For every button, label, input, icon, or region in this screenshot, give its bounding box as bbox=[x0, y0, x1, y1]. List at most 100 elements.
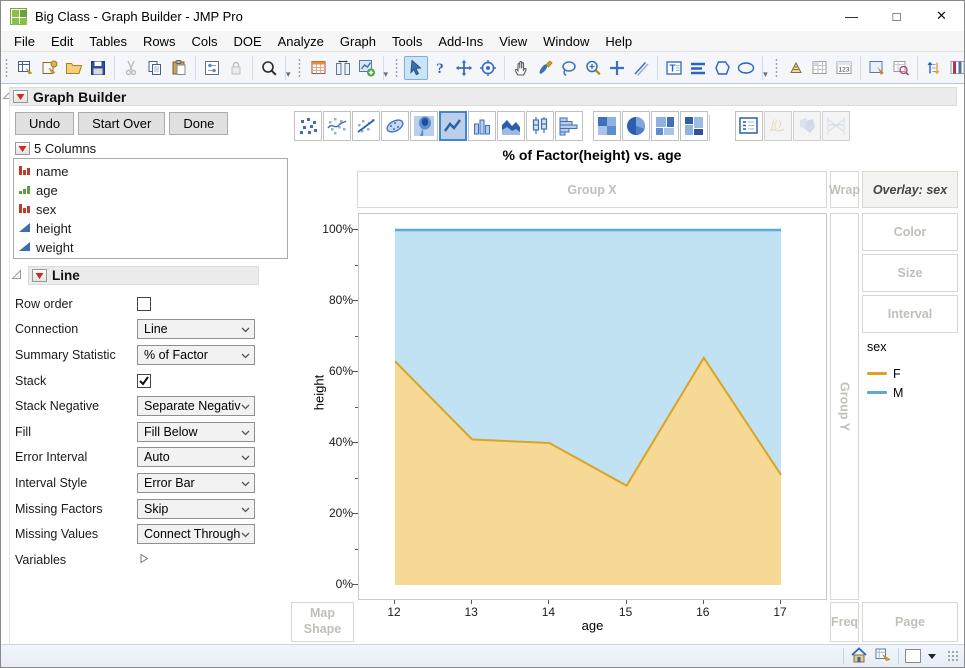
fill-select[interactable]: Fill Below bbox=[137, 421, 255, 442]
table-script-icon[interactable] bbox=[874, 646, 892, 667]
grabber-hand-icon[interactable] bbox=[509, 56, 533, 80]
oval-icon[interactable] bbox=[734, 56, 758, 80]
drop-zone-interval[interactable]: Interval bbox=[862, 295, 958, 333]
line-element-icon[interactable] bbox=[439, 111, 467, 141]
thick-lines-icon[interactable] bbox=[686, 56, 710, 80]
maximize-button[interactable]: □ bbox=[874, 1, 919, 31]
menu-tools[interactable]: Tools bbox=[384, 32, 430, 51]
crosshair-icon[interactable] bbox=[605, 56, 629, 80]
column-compare-icon[interactable] bbox=[946, 56, 965, 80]
copy-icon[interactable] bbox=[143, 56, 167, 80]
toolbar-overflow-icon[interactable]: ▾ bbox=[286, 69, 293, 82]
sort-pyramid-icon[interactable] bbox=[784, 56, 808, 80]
resize-grip-icon[interactable] bbox=[947, 649, 960, 663]
text-annotation-icon[interactable]: T bbox=[662, 56, 686, 80]
pie-element-icon[interactable] bbox=[622, 111, 650, 141]
help-icon[interactable]: ? bbox=[428, 56, 452, 80]
menu-rows[interactable]: Rows bbox=[135, 32, 184, 51]
menu-analyze[interactable]: Analyze bbox=[270, 32, 332, 51]
magnifier-zoom-icon[interactable] bbox=[581, 56, 605, 80]
paste-icon[interactable] bbox=[167, 56, 191, 80]
drop-zone-wrap[interactable]: Wrap bbox=[829, 171, 860, 208]
menu-doe[interactable]: DOE bbox=[225, 32, 269, 51]
menu-add-ins[interactable]: Add-Ins bbox=[430, 32, 491, 51]
menu-tables[interactable]: Tables bbox=[81, 32, 135, 51]
drop-zone-map-shape[interactable]: Map Shape bbox=[291, 602, 354, 642]
stack-negative-select[interactable]: Separate Negative bbox=[137, 396, 255, 417]
new-graph-icon[interactable] bbox=[355, 56, 379, 80]
mosaic-element-icon[interactable] bbox=[680, 111, 708, 141]
home-window-icon[interactable] bbox=[850, 646, 868, 667]
ellipse-element-icon[interactable] bbox=[381, 111, 409, 141]
sort-columns-icon[interactable] bbox=[922, 56, 946, 80]
menu-graph[interactable]: Graph bbox=[332, 32, 384, 51]
preferences-icon[interactable] bbox=[200, 56, 224, 80]
statusbar-dropdown-icon[interactable] bbox=[927, 652, 937, 660]
drop-zone-group-x[interactable]: Group X bbox=[357, 171, 827, 208]
error-interval-select[interactable]: Auto bbox=[137, 447, 255, 468]
data-table-icon[interactable] bbox=[307, 56, 331, 80]
new-journal-icon[interactable] bbox=[38, 56, 62, 80]
treemap-element-icon[interactable] bbox=[651, 111, 679, 141]
selection-target-icon[interactable] bbox=[476, 56, 500, 80]
lock-icon[interactable] bbox=[224, 56, 248, 80]
line-of-fit-element-icon[interactable] bbox=[352, 111, 380, 141]
legend-entry-F[interactable]: F bbox=[867, 364, 903, 383]
caption-box-element-icon[interactable] bbox=[735, 111, 763, 141]
drop-zone-size[interactable]: Size bbox=[862, 254, 958, 292]
new-data-table-icon[interactable] bbox=[14, 56, 38, 80]
value-labels-icon[interactable]: 123 bbox=[832, 56, 856, 80]
cut-icon[interactable] bbox=[119, 56, 143, 80]
arrow-cursor-icon[interactable] bbox=[404, 55, 429, 80]
box-plot-element-icon[interactable] bbox=[526, 111, 554, 141]
drop-zone-freq[interactable]: Freq bbox=[830, 602, 859, 642]
drop-zone-page[interactable]: Page bbox=[862, 602, 958, 642]
polygon-icon[interactable] bbox=[710, 56, 734, 80]
column-item-age[interactable]: age bbox=[18, 181, 283, 200]
open-icon[interactable] bbox=[62, 56, 86, 80]
variables-disclosure-icon[interactable] bbox=[139, 552, 149, 568]
row-order-checkbox[interactable] bbox=[137, 296, 151, 311]
columns-red-triangle-icon[interactable] bbox=[15, 142, 30, 155]
x-axis-title[interactable]: age bbox=[358, 618, 827, 633]
drop-zone-group-y[interactable]: Group Y bbox=[830, 213, 859, 600]
missing-factors-select[interactable]: Skip bbox=[137, 498, 255, 519]
toolbar-overflow-icon[interactable]: ▾ bbox=[384, 69, 391, 82]
line-red-triangle-icon[interactable] bbox=[32, 269, 47, 282]
minimize-button[interactable]: — bbox=[829, 1, 874, 31]
done-button[interactable]: Done bbox=[169, 112, 229, 135]
move-tool-icon[interactable] bbox=[452, 56, 476, 80]
lasso-icon[interactable] bbox=[557, 56, 581, 80]
connection-select[interactable]: Line bbox=[137, 319, 255, 340]
drop-zone-color[interactable]: Color bbox=[862, 213, 958, 251]
legend-entry-M[interactable]: M bbox=[867, 383, 903, 402]
line-draw-icon[interactable] bbox=[629, 56, 653, 80]
search-icon[interactable] bbox=[257, 56, 281, 80]
stack-checkbox[interactable] bbox=[137, 373, 151, 388]
column-viewer-icon[interactable] bbox=[331, 56, 355, 80]
points-element-icon[interactable] bbox=[294, 111, 322, 141]
column-item-sex[interactable]: sex bbox=[18, 200, 283, 219]
red-triangle-menu-icon[interactable] bbox=[13, 90, 28, 103]
bar-element-icon[interactable] bbox=[468, 111, 496, 141]
heatmap-element-icon[interactable] bbox=[593, 111, 621, 141]
menu-cols[interactable]: Cols bbox=[183, 32, 225, 51]
missing-values-select[interactable]: Connect Through bbox=[137, 524, 255, 545]
section-collapse-triangle-icon[interactable] bbox=[11, 268, 22, 283]
brush-icon[interactable] bbox=[533, 56, 557, 80]
summary-statistic-select[interactable]: % of Factor bbox=[137, 344, 255, 365]
close-button[interactable]: ✕ bbox=[919, 1, 964, 31]
save-icon[interactable] bbox=[86, 56, 110, 80]
zoom-window-icon[interactable] bbox=[865, 56, 889, 80]
toolbar-overflow-icon[interactable]: ▾ bbox=[763, 69, 770, 82]
menu-file[interactable]: File bbox=[6, 32, 43, 51]
column-item-height[interactable]: height bbox=[18, 219, 283, 238]
statusbar-color-box[interactable] bbox=[905, 649, 921, 663]
undo-button[interactable]: Undo bbox=[15, 112, 75, 135]
menu-edit[interactable]: Edit bbox=[43, 32, 81, 51]
plot-area[interactable] bbox=[358, 213, 827, 600]
interval-style-select[interactable]: Error Bar bbox=[137, 472, 255, 493]
column-item-name[interactable]: name bbox=[18, 162, 283, 181]
contour-element-icon[interactable] bbox=[410, 111, 438, 141]
area-element-icon[interactable] bbox=[497, 111, 525, 141]
